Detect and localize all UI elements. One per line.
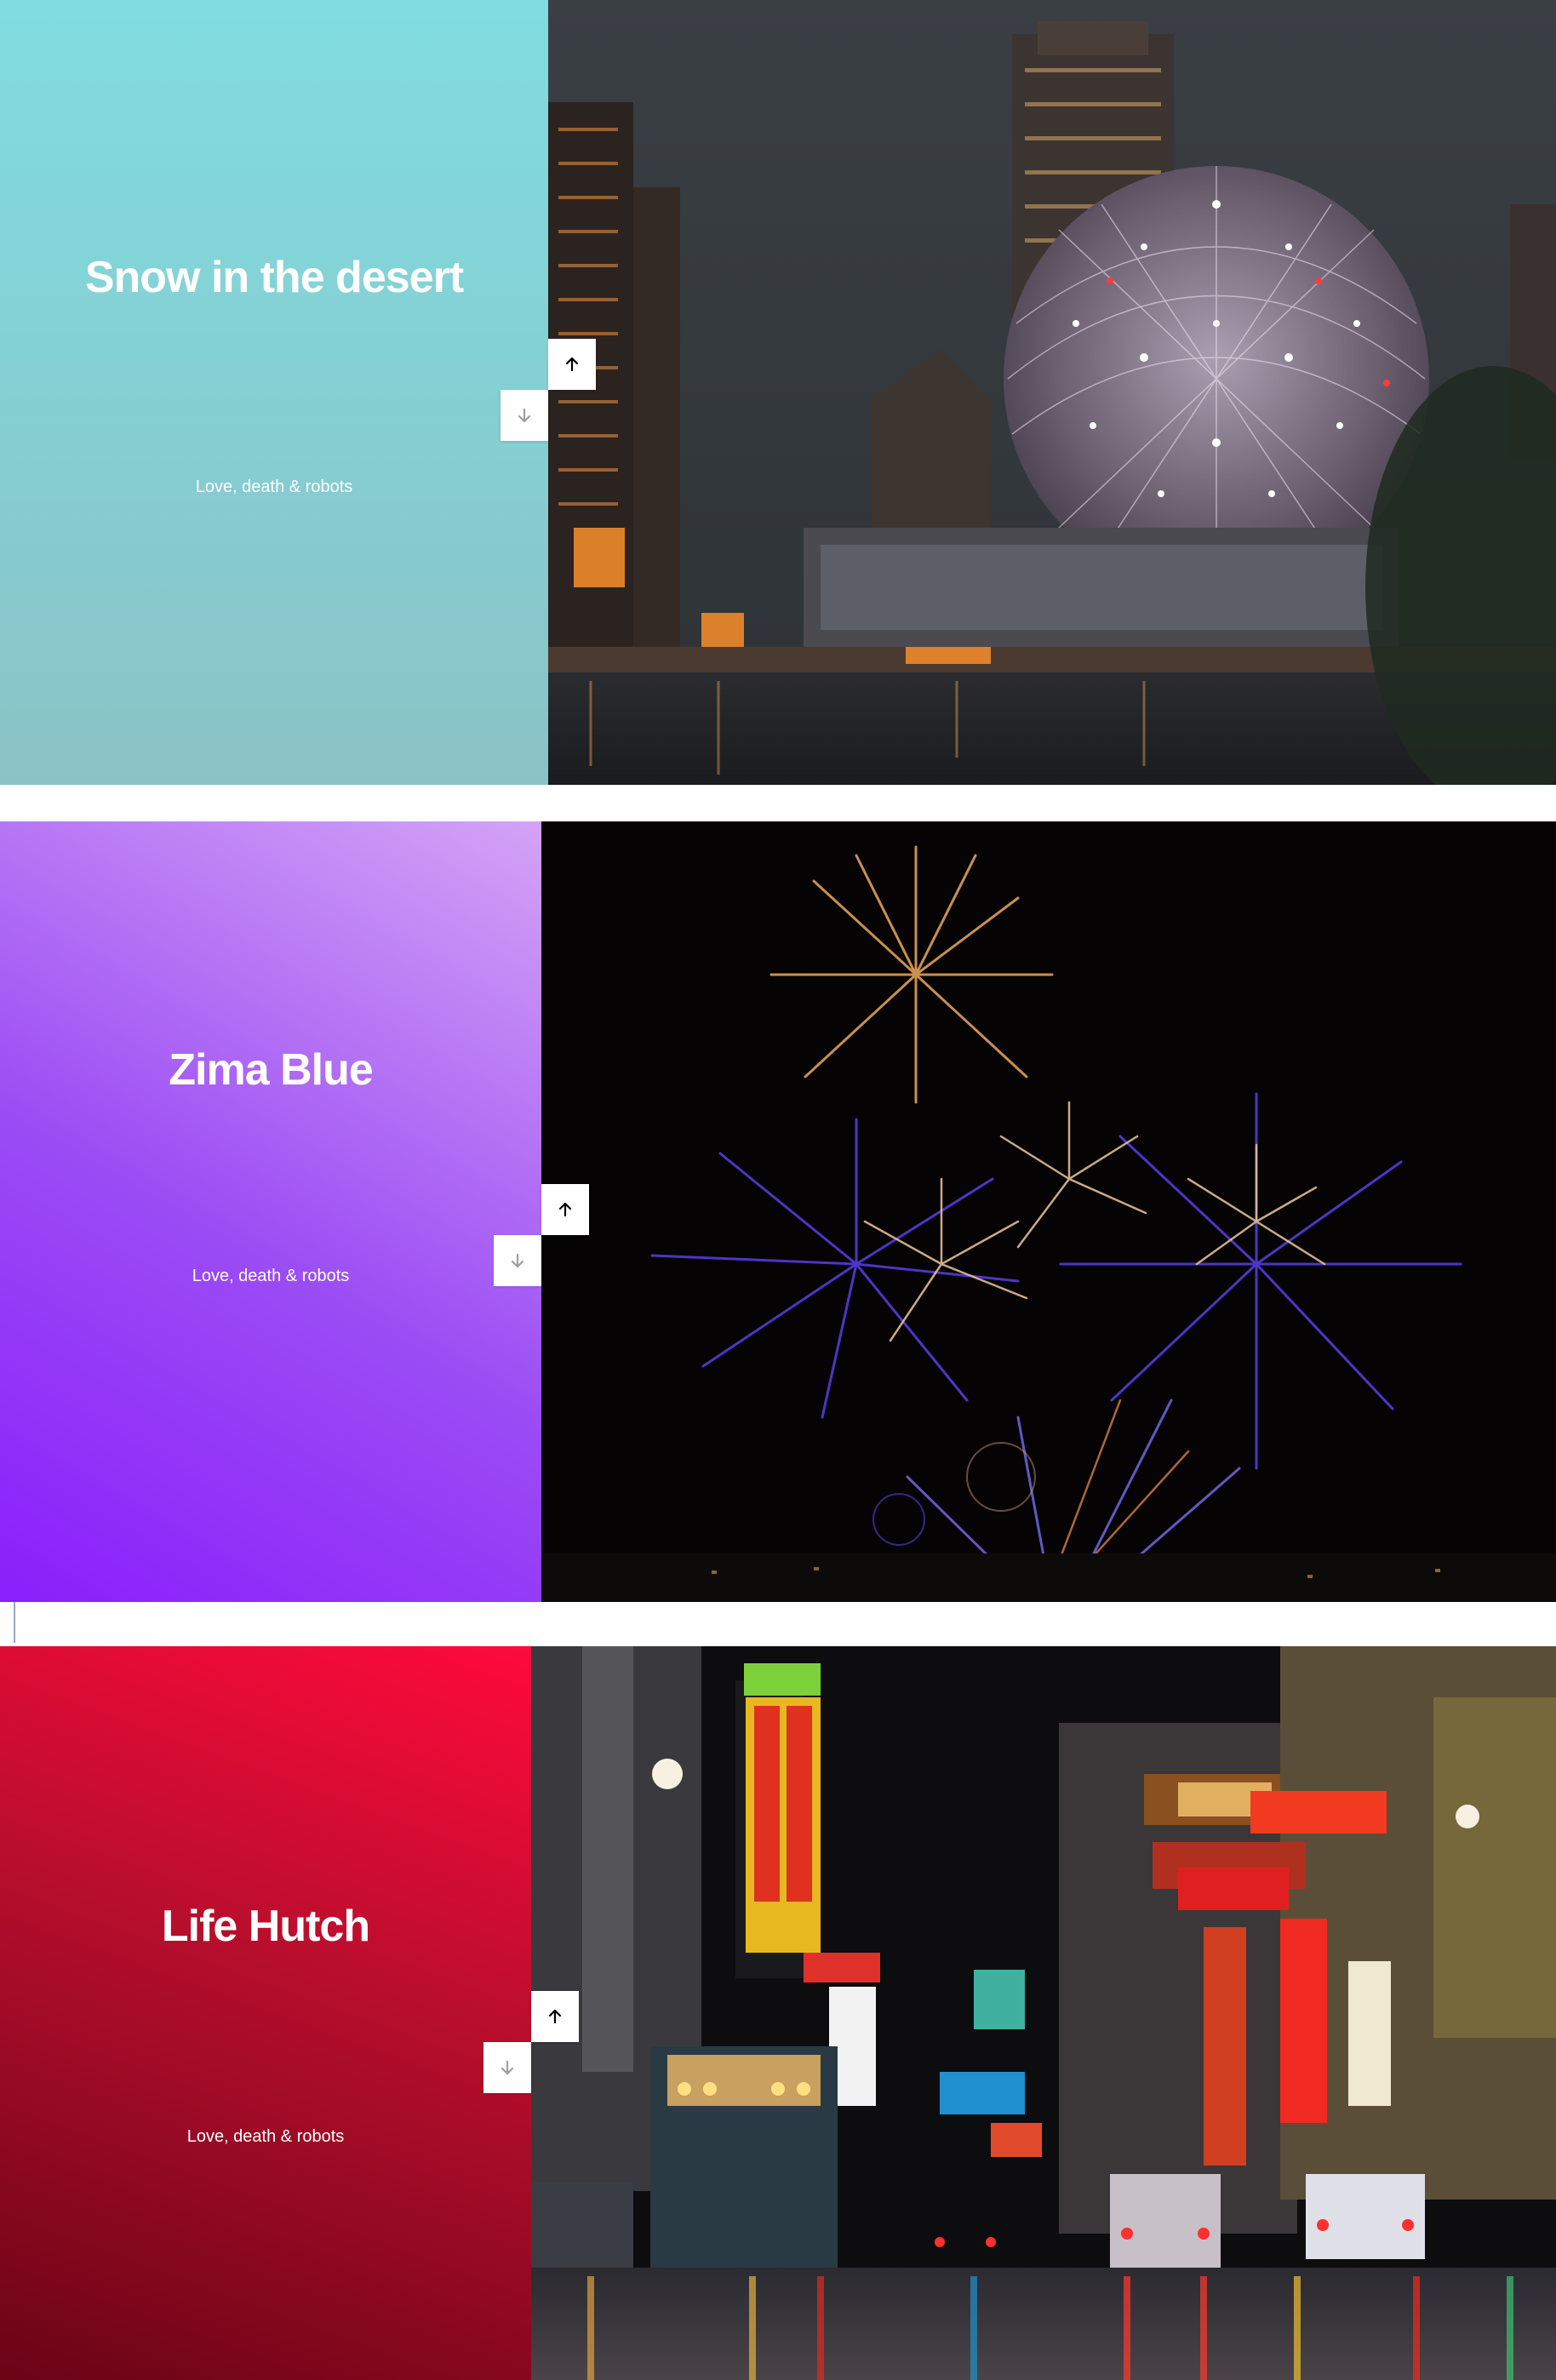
slide-subtitle: Love, death & robots [195,478,353,496]
slide-title: Life Hutch [161,1902,370,1951]
slide-subtitle: Love, death & robots [186,2127,345,2146]
slider-snow-in-the-desert: Snow in the desert Love, death & robots [0,0,1556,785]
neon-street-photo [531,1646,1556,2380]
slide-up-button[interactable] [548,339,596,390]
slide-info-panel: Life Hutch Love, death & robots [0,1646,531,2380]
slider-zima-blue: Zima Blue Love, death & robots [0,821,1556,1602]
arrow-up-icon [558,1202,572,1217]
slide-down-button[interactable] [483,2042,531,2093]
neon-street-image [531,1646,1556,2380]
arrow-up-icon [548,2009,562,2024]
arrow-down-icon [518,408,531,423]
night-city-dome-photo [548,0,1556,785]
arrow-down-icon [501,2060,514,2075]
night-city-dome-image [548,0,1556,785]
slide-info-panel: Zima Blue Love, death & robots [0,821,541,1602]
slide-down-button[interactable] [501,390,548,441]
slide-up-button[interactable] [531,1991,579,2042]
fireworks-image [541,821,1556,1602]
slide-title: Snow in the desert [84,253,464,302]
slide-subtitle: Love, death & robots [192,1267,350,1285]
slide-info-panel: Snow in the desert Love, death & robots [0,0,548,785]
slide-down-button[interactable] [494,1235,541,1286]
slide-title: Zima Blue [169,1045,374,1095]
text-cursor-line [14,1602,15,1643]
arrow-up-icon [565,357,579,372]
arrow-down-icon [511,1253,524,1268]
fireworks-photo [541,821,1556,1602]
slider-life-hutch: Life Hutch Love, death & robots [0,1646,1556,2380]
slide-up-button[interactable] [541,1184,589,1235]
